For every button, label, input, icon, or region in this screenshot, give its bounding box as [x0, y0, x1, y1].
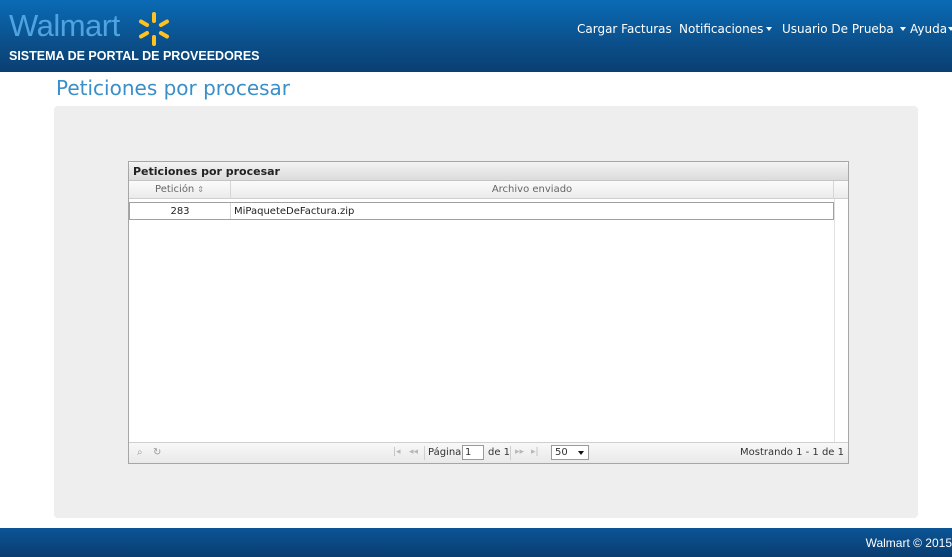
- first-page-icon[interactable]: |◂: [393, 447, 401, 457]
- footer-copyright: Walmart © 2015: [865, 536, 952, 550]
- grid-pager: ⌕ ↻ |◂ ◂◂ Página 1 de 1 ▸▸ ▸| 50 Mostran…: [129, 442, 848, 463]
- nav-usuario-dropdown[interactable]: Usuario De Prueba: [782, 22, 906, 36]
- grid-header: Petición ⇕ Archivo enviado: [129, 181, 848, 199]
- requests-grid: Peticiones por procesar Petición ⇕ Archiv…: [128, 161, 849, 464]
- cell-archivo: MiPaqueteDeFactura.zip: [234, 206, 355, 217]
- next-page-icon[interactable]: ▸▸: [515, 447, 524, 457]
- refresh-icon[interactable]: ↻: [153, 447, 161, 458]
- footer-bar: Walmart © 2015: [0, 528, 952, 557]
- grid-scrollbar[interactable]: [834, 199, 848, 443]
- nav-usuario-label: Usuario De Prueba: [782, 22, 894, 36]
- page-title: Peticiones por procesar: [56, 76, 291, 100]
- prev-page-icon[interactable]: ◂◂: [409, 447, 418, 457]
- nav-ayuda-dropdown[interactable]: Ayuda: [910, 22, 952, 36]
- top-navbar: Walmart SISTEMA DE PORTAL DE PROVEEDORES…: [0, 0, 952, 72]
- sort-icon: ⇕: [197, 185, 204, 194]
- table-row[interactable]: 283 MiPaqueteDeFactura.zip: [129, 202, 834, 220]
- page-size-select[interactable]: 50: [551, 445, 589, 460]
- select-caret-icon: [578, 451, 584, 455]
- last-page-icon[interactable]: ▸|: [531, 447, 539, 457]
- brand-wordmark: Walmart: [9, 8, 120, 43]
- spark-icon: [139, 12, 169, 46]
- pager-divider: [510, 446, 511, 460]
- pager-divider: [424, 446, 425, 460]
- nav-notificaciones-label: Notificaciones: [679, 22, 764, 36]
- system-title: SISTEMA DE PORTAL DE PROVEEDORES: [9, 49, 260, 63]
- search-icon[interactable]: ⌕: [137, 447, 143, 458]
- page-total-label: de 1: [488, 447, 511, 458]
- records-status: Mostrando 1 - 1 de 1: [739, 447, 844, 458]
- nav-notificaciones-dropdown[interactable]: Notificaciones: [679, 22, 773, 36]
- nav-cargar-facturas-label: Cargar Facturas: [577, 22, 672, 36]
- nav-cargar-facturas[interactable]: Cargar Facturas: [577, 22, 672, 36]
- nav-ayuda-label: Ayuda: [910, 22, 948, 36]
- page-label: Página: [428, 447, 462, 458]
- caret-down-icon: [766, 27, 773, 31]
- column-header-archivo-label: Archivo enviado: [491, 184, 573, 195]
- page-number-input[interactable]: 1: [462, 445, 484, 460]
- grid-caption: Peticiones por procesar: [129, 162, 848, 181]
- column-header-peticion-label: Petición: [155, 184, 195, 195]
- page-size-value: 50: [555, 447, 568, 458]
- caret-down-icon: [948, 27, 952, 31]
- caret-down-icon: [899, 27, 906, 31]
- column-header-peticion[interactable]: Petición ⇕: [129, 181, 231, 199]
- column-header-archivo[interactable]: Archivo enviado: [231, 181, 834, 199]
- cell-peticion: 283: [130, 203, 231, 219]
